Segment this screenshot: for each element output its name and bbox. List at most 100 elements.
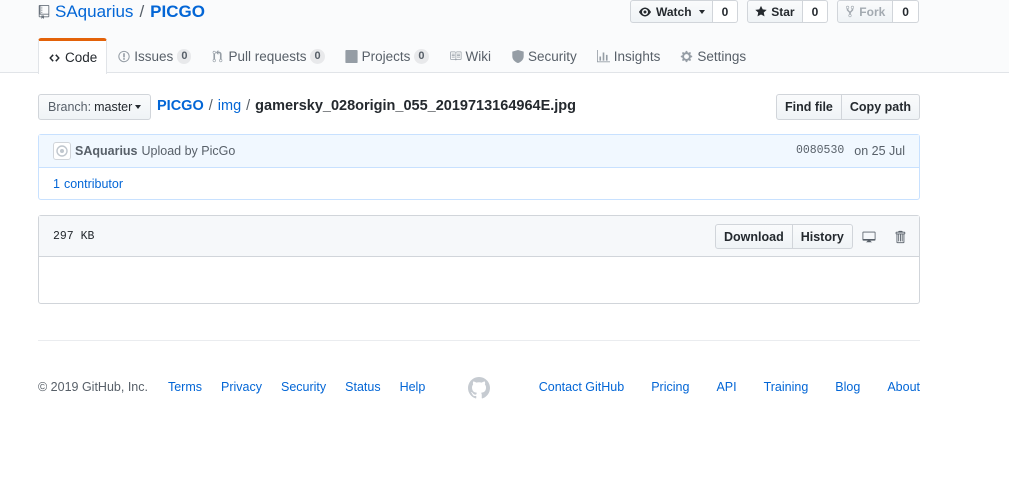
pull-request-icon [211, 49, 224, 63]
branch-select-button[interactable]: Branch: master [38, 94, 152, 120]
footer-copyright: © 2019 GitHub, Inc. [38, 380, 148, 394]
tab-issues[interactable]: Issues 0 [107, 38, 201, 73]
tab-issues-label: Issues [134, 48, 174, 64]
repo-title: SAquarius / PICGO [38, 1, 205, 23]
repo-header: SAquarius / PICGO Watch 0 Star 0 Fork 0 … [0, 0, 1009, 74]
tab-security-label: Security [528, 48, 577, 64]
breadcrumb-filename: gamersky_028origin_055_2019713164964E.jp… [255, 98, 577, 114]
watch-label: Watch [656, 4, 692, 19]
avatar[interactable] [53, 142, 71, 160]
chevron-down-icon [698, 9, 705, 14]
issues-counter: 0 [177, 48, 192, 64]
footer-link-blog[interactable]: Blog [835, 380, 860, 394]
contributors-summary[interactable]: 1 contributor [39, 168, 919, 199]
file-size: 297 KB [53, 230, 95, 243]
fork-count[interactable]: 0 [893, 0, 919, 23]
site-footer: © 2019 GitHub, Inc. Terms Privacy Securi… [38, 340, 920, 400]
repo-title-separator: / [139, 2, 145, 21]
tab-code-label: Code [65, 50, 98, 65]
tab-projects[interactable]: Projects 0 [335, 38, 439, 73]
watch-button[interactable]: Watch [630, 0, 713, 23]
tab-security[interactable]: Security [501, 38, 587, 73]
footer-right: Contact GitHub Pricing API Training Blog… [512, 380, 920, 394]
repo-icon [38, 5, 50, 19]
footer-link-security[interactable]: Security [281, 380, 326, 394]
download-button[interactable]: Download [715, 224, 793, 249]
issue-icon [117, 50, 130, 63]
file-image-area [39, 257, 919, 303]
github-mark-icon[interactable] [468, 377, 490, 399]
tab-insights-label: Insights [613, 48, 661, 64]
watch-group: Watch 0 [630, 0, 739, 23]
tab-wiki-label: Wiki [465, 48, 492, 64]
breadcrumb-separator: / [246, 98, 251, 114]
repo-nav: Code Issues 0 Pull requests 0 Projects 0 [38, 38, 756, 74]
eye-icon [638, 6, 652, 18]
file-actions: Find file Copy path [775, 94, 920, 120]
breadcrumb-folder-link[interactable]: img [218, 98, 241, 114]
star-count[interactable]: 0 [802, 0, 829, 23]
tab-pull-requests-label: Pull requests [228, 48, 307, 64]
repo-owner-link[interactable]: SAquarius [55, 1, 133, 23]
commit-message-link[interactable]: Upload by PicGo [142, 144, 236, 158]
star-icon [755, 5, 767, 18]
tab-pull-requests[interactable]: Pull requests 0 [201, 38, 334, 73]
copy-path-button[interactable]: Copy path [841, 94, 920, 120]
find-file-button[interactable]: Find file [775, 94, 842, 120]
star-button[interactable]: Star [747, 0, 803, 23]
file-box: 297 KB Download History [38, 215, 920, 304]
tab-code[interactable]: Code [38, 38, 108, 74]
gear-icon [680, 50, 693, 63]
footer-link-terms[interactable]: Terms [168, 380, 202, 394]
fork-button[interactable]: Fork [837, 0, 894, 23]
breadcrumb: PICGO / img / gamersky_028origin_055_201… [157, 98, 576, 114]
history-button[interactable]: History [792, 224, 853, 249]
breadcrumb-separator: / [208, 98, 213, 114]
star-group: Star 0 [747, 0, 829, 23]
fork-label: Fork [859, 4, 886, 19]
commit-tease-box: SAquarius Upload by PicGo 0080530 on 25 … [38, 134, 920, 200]
footer-link-status[interactable]: Status [345, 380, 380, 394]
pagehead-actions: Watch 0 Star 0 Fork 0 [630, 0, 919, 23]
file-navigation: Branch: master PICGO / img / gamersky_02… [38, 94, 920, 120]
footer-link-privacy[interactable]: Privacy [221, 380, 262, 394]
tab-settings-label: Settings [697, 48, 747, 64]
breadcrumb-repo-link[interactable]: PICGO [157, 98, 204, 114]
book-icon [449, 50, 462, 63]
tab-insights[interactable]: Insights [587, 38, 671, 73]
projects-counter: 0 [414, 48, 429, 64]
commit-date: on 25 Jul [854, 144, 905, 158]
tab-settings[interactable]: Settings [670, 38, 756, 73]
delete-button[interactable] [885, 224, 915, 249]
commit-author-link[interactable]: SAquarius [75, 144, 138, 158]
watch-count[interactable]: 0 [712, 0, 739, 23]
branch-prefix: Branch: [48, 100, 92, 114]
shield-icon [511, 49, 524, 63]
desktop-open-button[interactable] [854, 224, 884, 249]
chevron-down-icon [135, 105, 142, 109]
file-header-actions: Download History [715, 224, 915, 249]
footer-link-pricing[interactable]: Pricing [651, 380, 689, 394]
footer-link-api[interactable]: API [716, 380, 736, 394]
tab-wiki[interactable]: Wiki [439, 38, 502, 73]
commit-meta: 0080530 on 25 Jul [796, 144, 905, 158]
commit-tease: SAquarius Upload by PicGo 0080530 on 25 … [39, 135, 919, 168]
footer-link-help[interactable]: Help [400, 380, 426, 394]
footer-link-contact[interactable]: Contact GitHub [539, 380, 624, 394]
tab-projects-label: Projects [361, 48, 411, 64]
contributors-count: 1 [53, 176, 60, 191]
project-icon [345, 49, 358, 63]
commit-sha-link[interactable]: 0080530 [796, 144, 844, 158]
footer-left: © 2019 GitHub, Inc. Terms Privacy Securi… [38, 380, 444, 394]
star-label: Star [771, 4, 795, 19]
footer-link-training[interactable]: Training [764, 380, 809, 394]
pulls-counter: 0 [310, 48, 325, 64]
file-header: 297 KB Download History [39, 216, 919, 257]
graph-icon [596, 49, 610, 63]
branch-name: master [94, 100, 133, 114]
fork-group: Fork 0 [837, 0, 919, 23]
footer-link-about[interactable]: About [887, 380, 920, 394]
code-icon [48, 51, 61, 64]
contributors-label[interactable]: contributor [64, 177, 123, 191]
repo-name-link[interactable]: PICGO [150, 1, 205, 23]
